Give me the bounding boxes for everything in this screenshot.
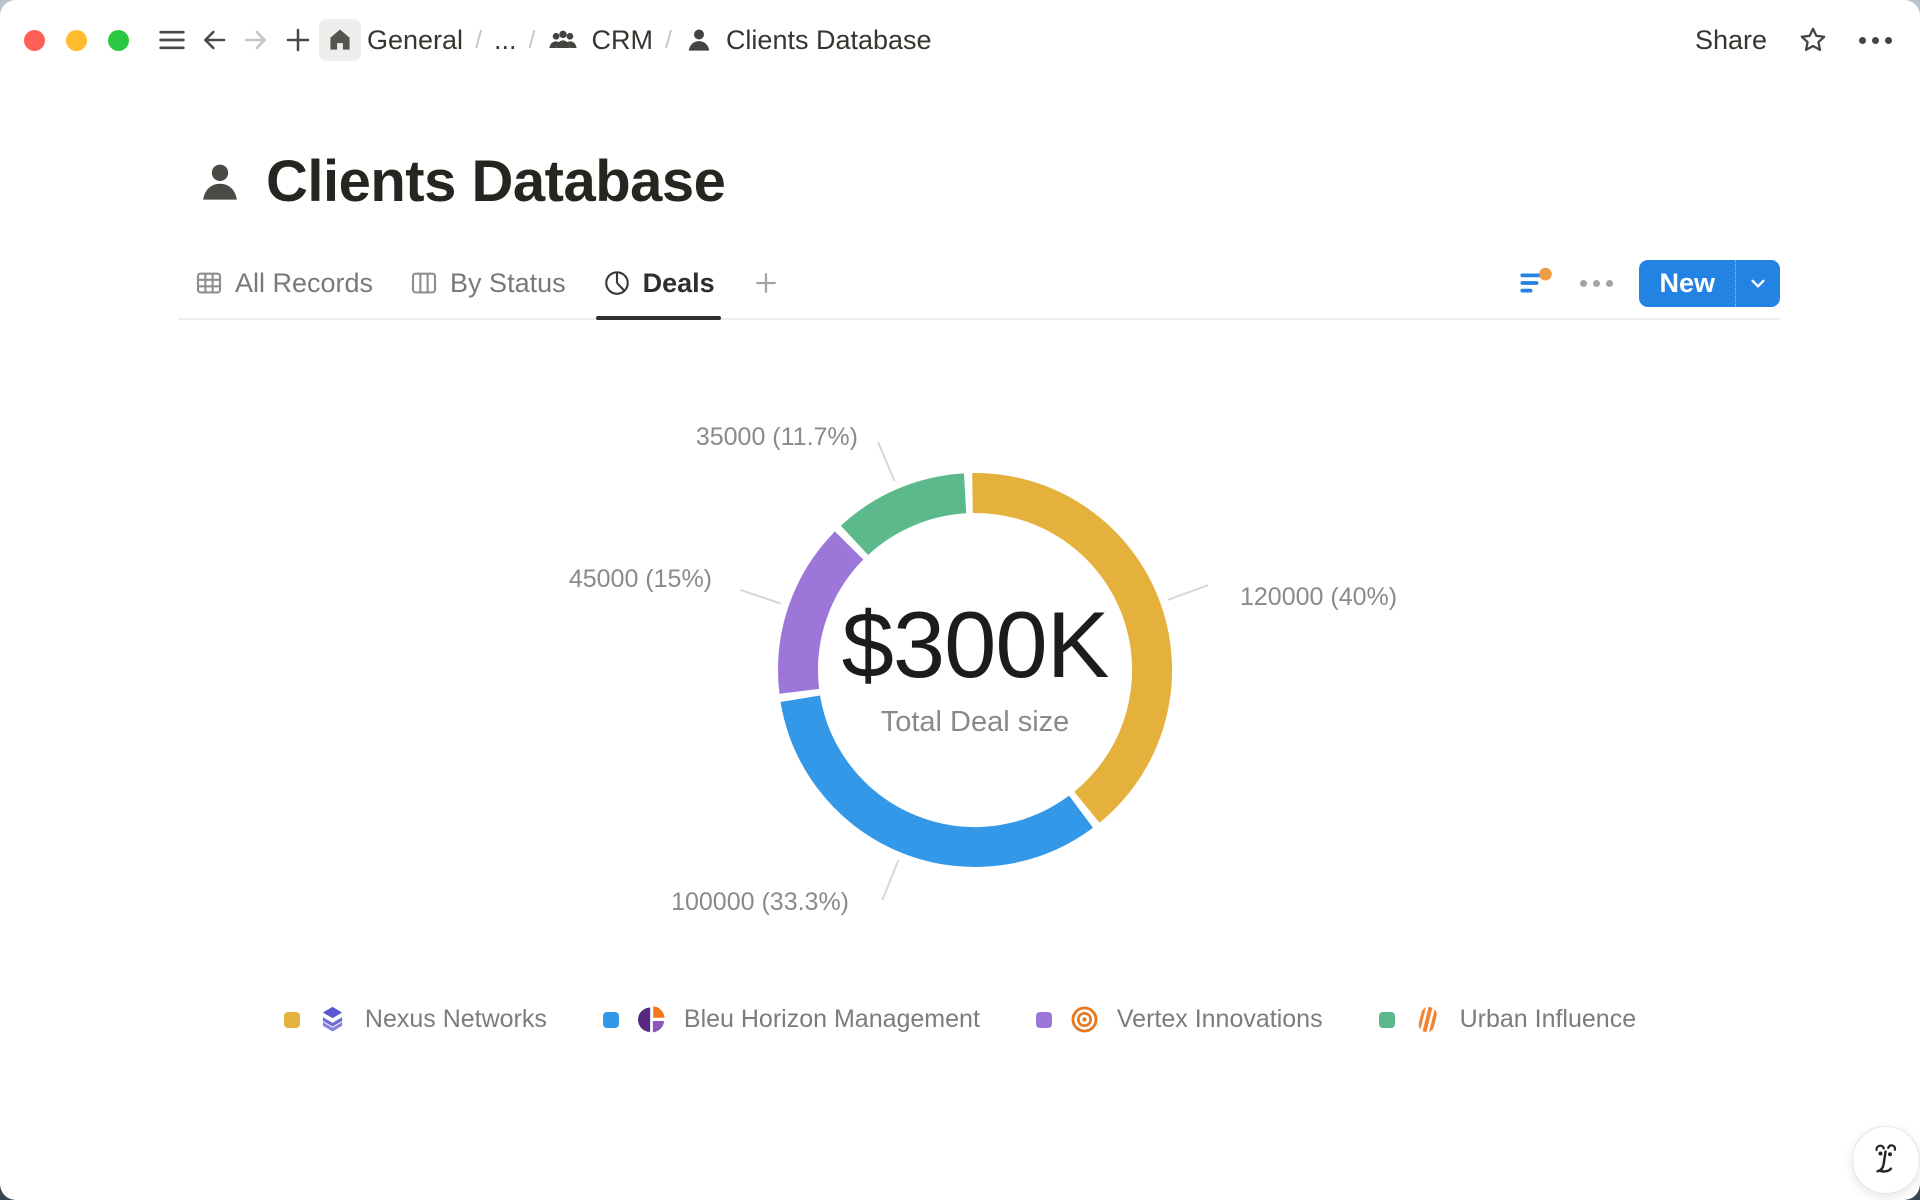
zoom-window-button[interactable]	[108, 30, 129, 51]
share-button[interactable]: Share	[1695, 25, 1767, 56]
filter-sort-button[interactable]	[1516, 264, 1554, 302]
tab-deals[interactable]: Deals	[602, 248, 715, 318]
tab-all-records[interactable]: All Records	[194, 248, 373, 318]
home-icon	[326, 26, 354, 54]
chart-center-label: $300K Total Deal size	[775, 598, 1175, 739]
app-window: General / ... / CRM / Clients Database S…	[0, 0, 1920, 1200]
slice-label-bleu-horizon: 100000 (33.3%)	[671, 888, 849, 917]
breadcrumb-item-crm[interactable]: CRM	[591, 25, 653, 56]
hamburger-icon	[155, 23, 189, 57]
slice-label-urban: 35000 (11.7%)	[696, 423, 858, 452]
legend-swatch	[1379, 1012, 1395, 1028]
breadcrumb-separator: /	[665, 26, 672, 55]
page-person-icon	[684, 25, 714, 55]
breadcrumb-separator: /	[529, 26, 536, 55]
new-record-button[interactable]: New	[1639, 260, 1780, 307]
legend-item-bleu-horizon[interactable]: Bleu Horizon Management	[603, 1004, 980, 1035]
target-rings-icon	[1069, 1004, 1100, 1035]
teamspace-people-icon	[547, 24, 579, 56]
tab-label: Deals	[643, 268, 715, 299]
legend-swatch	[1036, 1012, 1052, 1028]
arrow-right-icon	[240, 24, 272, 56]
window-topbar: General / ... / CRM / Clients Database S…	[0, 0, 1920, 80]
view-options-button[interactable]	[1580, 280, 1613, 287]
breadcrumb-item-general[interactable]: General	[367, 25, 463, 56]
plus-icon	[751, 268, 781, 298]
legend-swatch	[284, 1012, 300, 1028]
back-button[interactable]	[193, 19, 235, 61]
slice-label-nexus: 120000 (40%)	[1240, 583, 1397, 612]
plus-icon	[282, 24, 314, 56]
new-page-button[interactable]	[277, 19, 319, 61]
total-deal-caption: Total Deal size	[775, 706, 1175, 739]
home-button[interactable]	[319, 19, 361, 61]
traffic-lights	[24, 30, 129, 51]
filter-lines-icon	[1516, 264, 1554, 302]
breadcrumb: General / ... / CRM / Clients Database	[367, 24, 932, 56]
notion-ai-button[interactable]	[1852, 1126, 1920, 1194]
slice-leader-line	[878, 442, 895, 482]
legend-item-nexus-networks[interactable]: Nexus Networks	[284, 1004, 547, 1035]
breadcrumb-separator: /	[475, 26, 482, 55]
legend-label: Vertex Innovations	[1117, 1005, 1323, 1034]
legend-label: Urban Influence	[1460, 1005, 1637, 1034]
page-icon-person[interactable]	[196, 158, 244, 206]
total-deal-value: $300K	[775, 598, 1175, 692]
slice-leader-line	[882, 860, 898, 900]
chart-legend: Nexus Networks Bleu Horizon Management V…	[0, 1004, 1920, 1035]
board-icon	[409, 268, 439, 298]
sidebar-menu-button[interactable]	[151, 19, 193, 61]
pie-quadrants-icon	[636, 1004, 667, 1035]
pie-icon	[602, 268, 632, 298]
forward-button[interactable]	[235, 19, 277, 61]
table-icon	[194, 268, 224, 298]
chevron-down-icon	[1745, 270, 1771, 296]
view-tabs-bar: All Records By Status Deals New	[178, 248, 1780, 320]
breadcrumb-item-clients-database[interactable]: Clients Database	[726, 25, 932, 56]
add-view-button[interactable]	[751, 268, 781, 298]
tab-label: By Status	[450, 268, 566, 299]
legend-item-vertex-innovations[interactable]: Vertex Innovations	[1036, 1004, 1323, 1035]
tab-by-status[interactable]: By Status	[409, 248, 566, 318]
tab-label: All Records	[235, 268, 373, 299]
legend-label: Bleu Horizon Management	[684, 1005, 980, 1034]
breadcrumb-ellipsis[interactable]: ...	[494, 25, 517, 56]
minimize-window-button[interactable]	[66, 30, 87, 51]
legend-label: Nexus Networks	[365, 1005, 547, 1034]
slice-label-vertex: 45000 (15%)	[569, 565, 712, 594]
legend-item-urban-influence[interactable]: Urban Influence	[1379, 1004, 1637, 1035]
page-title[interactable]: Clients Database	[266, 148, 725, 215]
layers-icon	[317, 1004, 348, 1035]
topbar-more-button[interactable]	[1859, 37, 1892, 44]
notification-dot	[1540, 268, 1553, 281]
notion-ai-face-icon	[1866, 1140, 1906, 1180]
arrow-left-icon	[198, 24, 230, 56]
striped-leaf-icon	[1412, 1004, 1443, 1035]
star-icon	[1797, 24, 1829, 56]
new-button-label[interactable]: New	[1639, 260, 1735, 307]
close-window-button[interactable]	[24, 30, 45, 51]
legend-swatch	[603, 1012, 619, 1028]
donut-slice-3[interactable]	[855, 493, 966, 540]
new-button-dropdown[interactable]	[1735, 260, 1780, 307]
favorite-star-button[interactable]	[1797, 24, 1829, 56]
